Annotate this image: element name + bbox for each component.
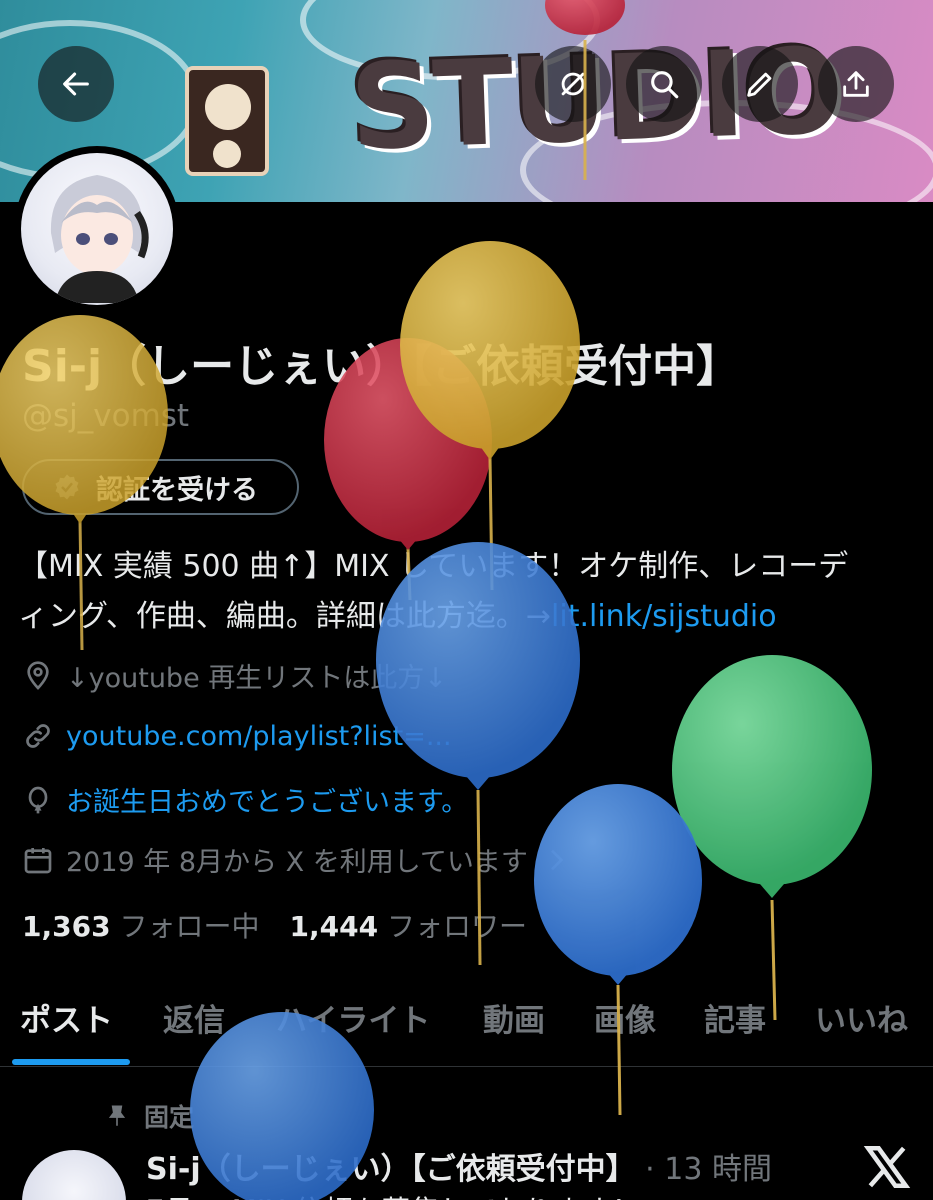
share-button[interactable] bbox=[818, 46, 894, 122]
profile-avatar[interactable] bbox=[14, 146, 180, 312]
profile-location: ↓youtube 再生リストは此方↓ bbox=[22, 656, 447, 695]
bio-text: ィング、作曲、編曲。詳細は此方迄。→ bbox=[18, 599, 552, 634]
bio-line: ィング、作曲、編曲。詳細は此方迄。→lit.link/sijstudio bbox=[18, 592, 918, 642]
profile-name: Si-j（しーじぇい）【ご依頼受付中】 bbox=[22, 341, 741, 392]
balloon-green bbox=[672, 655, 872, 1021]
link-icon bbox=[26, 724, 50, 748]
balloon-yellow-top bbox=[400, 241, 580, 591]
chevron-right-icon bbox=[550, 849, 564, 870]
tab-videos[interactable]: 動画 bbox=[483, 995, 545, 1040]
location-pin-icon bbox=[27, 660, 49, 690]
bio-link[interactable]: lit.link/sijstudio bbox=[551, 599, 777, 634]
back-arrow-icon bbox=[63, 72, 89, 96]
profile-handle: @sj_vomst bbox=[22, 398, 190, 434]
tab-images[interactable]: 画像 bbox=[594, 995, 656, 1040]
following-link[interactable]: 1,363 フォロー中 bbox=[22, 905, 260, 945]
balloon-icon bbox=[28, 786, 48, 813]
follow-stats: 1,363 フォロー中 1,444 フォロワー bbox=[22, 905, 527, 945]
share-upload-icon bbox=[843, 71, 869, 97]
edit-pencil-icon bbox=[747, 72, 772, 97]
grok-button[interactable] bbox=[535, 46, 611, 122]
pinned-indicator: 固定 bbox=[104, 1098, 194, 1134]
profile-birthday: お誕生日おめでとうございます。 bbox=[22, 780, 468, 819]
location-text: ↓youtube 再生リストは此方↓ bbox=[66, 663, 447, 694]
profile-website[interactable]: youtube.com/playlist?list=... bbox=[22, 720, 452, 752]
back-button[interactable] bbox=[38, 46, 114, 122]
post-author-name: Si-j（しーじぇい）【ご依頼受付中】 bbox=[146, 1152, 636, 1187]
verified-badge-icon bbox=[55, 474, 79, 500]
search-button[interactable] bbox=[626, 46, 702, 122]
profile-joined[interactable]: 2019 年 8月から X を利用しています bbox=[22, 840, 572, 879]
following-label: フォロー中 bbox=[119, 910, 260, 943]
post-author-avatar[interactable] bbox=[22, 1150, 126, 1200]
birthday-text[interactable]: お誕生日おめでとうございます。 bbox=[66, 780, 468, 819]
post-body: 7月の MIX 依頼を募集しております！ bbox=[146, 1188, 641, 1200]
edit-button[interactable] bbox=[722, 46, 798, 122]
tab-posts[interactable]: ポスト bbox=[20, 995, 113, 1040]
pinned-label-text: 固定 bbox=[144, 1103, 195, 1132]
pin-icon bbox=[108, 1105, 126, 1126]
followers-label: フォロワー bbox=[386, 910, 527, 943]
tab-likes[interactable]: いいね bbox=[815, 995, 908, 1040]
speaker-illustration bbox=[185, 66, 269, 176]
get-verified-label: 認証を受ける bbox=[96, 474, 258, 506]
tab-articles[interactable]: 記事 bbox=[704, 995, 766, 1040]
x-logo-icon bbox=[863, 1145, 911, 1189]
profile-tabs: ポスト 返信 ハイライト 動画 画像 記事 いいね bbox=[0, 985, 933, 1067]
profile-bio: 【MIX 実績 500 曲↑】MIX しています！オケ制作、レコーデ ィング、作… bbox=[18, 542, 918, 642]
bio-line: 【MIX 実績 500 曲↑】MIX しています！オケ制作、レコーデ bbox=[18, 549, 849, 584]
search-icon bbox=[651, 71, 679, 99]
get-verified-button[interactable]: 認証を受ける bbox=[22, 459, 299, 515]
post-header[interactable]: Si-j（しーじぇい）【ご依頼受付中】 · 13 時間 bbox=[146, 1144, 772, 1188]
joined-text: 2019 年 8月から X を利用しています bbox=[66, 847, 528, 878]
post-timestamp: · 13 時間 bbox=[645, 1152, 772, 1187]
avatar-illustration bbox=[50, 175, 149, 303]
calendar-icon bbox=[24, 847, 52, 873]
followers-link[interactable]: 1,444 フォロワー bbox=[290, 905, 528, 945]
grok-icon bbox=[561, 72, 585, 96]
followers-count: 1,444 bbox=[289, 910, 379, 943]
website-link[interactable]: youtube.com/playlist?list=... bbox=[66, 721, 452, 752]
active-tab-indicator bbox=[12, 1059, 130, 1065]
tab-highlights[interactable]: ハイライト bbox=[276, 995, 430, 1040]
following-count: 1,363 bbox=[22, 910, 111, 943]
tab-replies[interactable]: 返信 bbox=[163, 995, 225, 1040]
